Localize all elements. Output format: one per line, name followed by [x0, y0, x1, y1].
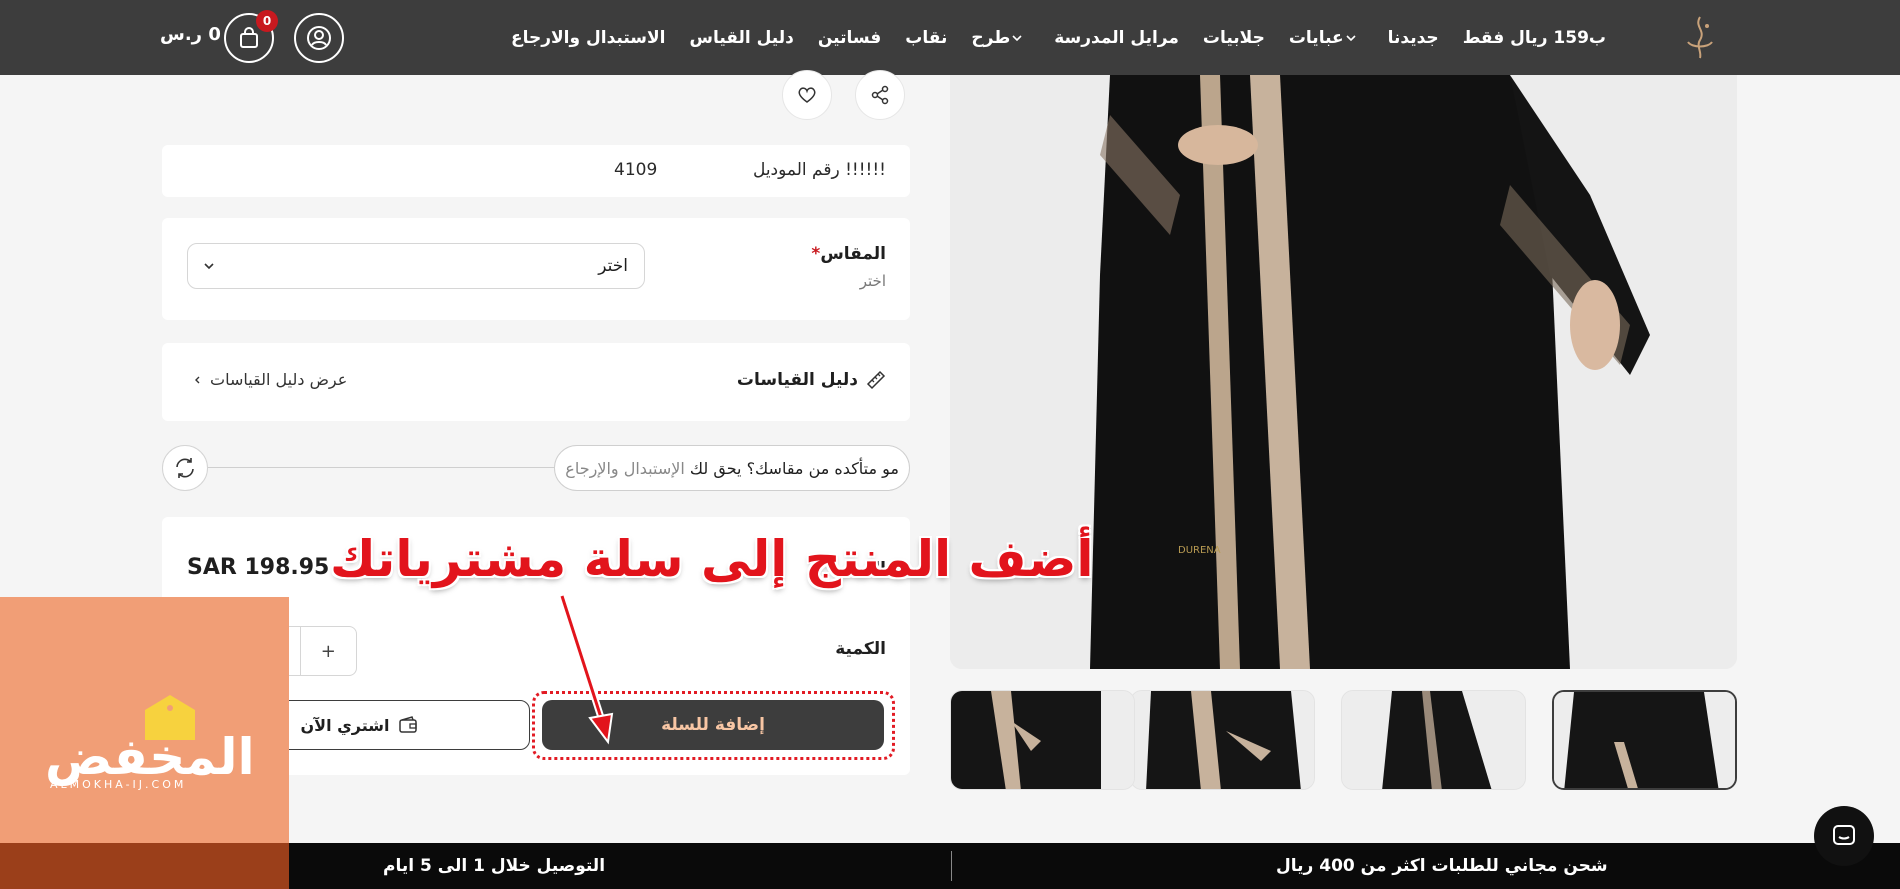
size-guide-title: دليل القياسات: [737, 370, 886, 390]
svg-text:DURENA: DURENA: [1178, 545, 1221, 556]
nav-item-label: نقاب: [905, 27, 948, 48]
watermark-url: ALMOKHA-IJ.COM: [50, 778, 187, 791]
exchange-policy-link[interactable]: الإستبدال والإرجاع: [565, 459, 685, 478]
brand-logo[interactable]: [1680, 12, 1720, 62]
chevron-left-icon: [195, 376, 200, 383]
nav-item-label: فساتين: [817, 27, 882, 48]
thumbnail[interactable]: [950, 690, 1135, 790]
size-selector-card: المقاس* اختر اختر: [162, 218, 910, 320]
delivery-time-text: التوصيل خلال 1 الى 5 ايام: [383, 856, 606, 876]
share-icon: [871, 85, 889, 105]
cart-total: 0 ر.س: [160, 24, 221, 45]
thumbnail[interactable]: [1341, 690, 1526, 790]
nav-item-label: دليل القياس: [689, 27, 794, 48]
size-select[interactable]: اختر: [187, 243, 645, 289]
nav-item[interactable]: الاستبدال والارجاع: [499, 0, 678, 75]
share-button[interactable]: [855, 70, 905, 120]
nav-item-label: جديدنا: [1387, 27, 1439, 48]
nav-item-label: مرايل المدرسة: [1054, 27, 1179, 48]
shopping-bag-icon: [240, 27, 258, 48]
main-nav: ب159 ريال فقط جديدنا عبايات جلابيات مرايل ال…: [499, 0, 1618, 75]
wishlist-button[interactable]: [782, 70, 832, 120]
nav-item-label: الاستبدال والارجاع: [510, 27, 666, 48]
tutorial-annotation-text: أضف المنتج إلى سلة مشترياتك: [330, 530, 1094, 588]
quantity-label: الكمية: [835, 639, 886, 659]
nav-item[interactable]: فساتين: [806, 0, 893, 75]
thumbnail[interactable]: [1552, 690, 1737, 790]
ruler-icon: [866, 370, 886, 390]
view-size-guide-link[interactable]: عرض دليل القياسات: [192, 370, 347, 389]
size-hint: اختر: [859, 272, 886, 290]
size-select-value: اختر: [598, 256, 628, 276]
cart-count-badge: 0: [256, 10, 278, 32]
nav-item-label: طرح: [971, 27, 1011, 48]
nav-item[interactable]: ب159 ريال فقط: [1451, 0, 1618, 75]
chevron-down-icon: [1346, 34, 1356, 41]
size-guide-card: دليل القياسات عرض دليل القياسات: [162, 343, 910, 421]
nav-item-label: جلابيات: [1202, 27, 1265, 48]
model-number-label: !!!!!! رقم الموديل: [752, 160, 886, 180]
watermark-strip: [0, 843, 289, 889]
heart-icon: [798, 87, 816, 103]
exchange-info-pill: مو متأكده من مقاسك؟ يحق لك الإستبدال وال…: [554, 445, 910, 491]
nav-item[interactable]: دليل القياس: [677, 0, 805, 75]
exchange-icon: [162, 445, 208, 491]
size-label: المقاس*: [811, 244, 886, 264]
account-button[interactable]: [294, 13, 344, 63]
free-shipping-text: شحن مجاني للطلبات اكثر من 400 ريال: [1276, 856, 1608, 876]
increase-quantity-button[interactable]: +: [301, 627, 356, 675]
annotation-arrow: [558, 594, 614, 745]
divider: [951, 851, 952, 881]
thumbnail[interactable]: [1130, 690, 1315, 790]
nav-item[interactable]: عبايات: [1277, 0, 1376, 75]
product-price: SAR 198.95: [187, 555, 330, 580]
user-icon: [307, 26, 331, 50]
model-number-value: 4109: [614, 160, 658, 180]
chat-button[interactable]: [1814, 806, 1874, 866]
info-bar: شحن مجاني للطلبات اكثر من 400 ريال التوص…: [289, 843, 1900, 889]
nav-item[interactable]: جلابيات: [1191, 0, 1277, 75]
nav-item-label: عبايات: [1288, 27, 1344, 48]
nav-item-label: ب159 ريال فقط: [1462, 27, 1606, 48]
wallet-icon: [398, 716, 417, 733]
chevron-down-icon: [204, 263, 214, 270]
nav-item[interactable]: جديدنا: [1376, 0, 1451, 75]
site-header: ب159 ريال فقط جديدنا عبايات جلابيات مرايل ال…: [0, 0, 1900, 75]
exchange-text: مو متأكده من مقاسك؟ يحق لك: [689, 458, 899, 478]
exchange-info-row: مو متأكده من مقاسك؟ يحق لك الإستبدال وال…: [162, 445, 910, 491]
nav-item[interactable]: طرح: [959, 0, 1042, 75]
chevron-down-icon: [1012, 34, 1022, 41]
nav-item[interactable]: مرايل المدرسة: [1042, 0, 1191, 75]
cart-button[interactable]: 0: [224, 10, 278, 63]
chat-icon: [1833, 825, 1855, 845]
thumbnail-strip: [950, 690, 1737, 790]
nav-item[interactable]: نقاب: [893, 0, 959, 75]
model-number-row: !!!!!! رقم الموديل 4109: [162, 145, 910, 197]
